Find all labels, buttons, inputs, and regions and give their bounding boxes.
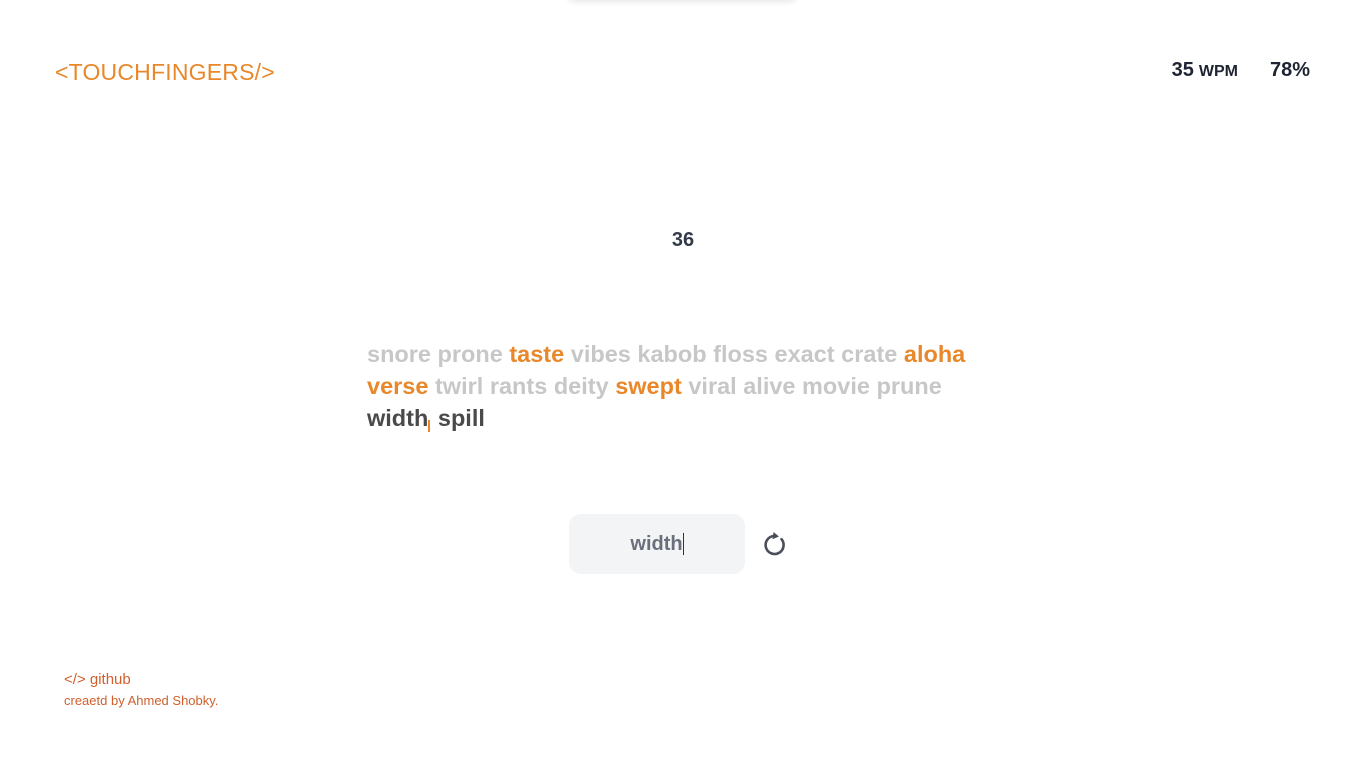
word: prune (876, 373, 942, 399)
word: crate (841, 341, 898, 367)
word-list: snore prone taste vibes kabob floss exac… (367, 338, 1007, 434)
footer: </> github creaetd by Ahmed Shobky. (64, 670, 218, 712)
word: twirl (434, 373, 484, 399)
wpm-stat: 35 WPM (1172, 59, 1238, 82)
accuracy-stat: 78% (1269, 59, 1310, 81)
word: taste (509, 341, 565, 367)
text-cursor (682, 533, 684, 555)
word-line-3: width spill (367, 402, 1007, 434)
typing-caret (428, 420, 431, 432)
word: rants (489, 373, 548, 399)
word: viral (688, 373, 737, 399)
typing-input-value: width (630, 532, 683, 555)
word: vibes (570, 341, 631, 367)
word: aloha (903, 341, 966, 367)
word: swept (615, 373, 682, 399)
word: verse (367, 373, 429, 399)
credit-text: creaetd by Ahmed Shobky. (64, 693, 219, 708)
wpm-value: 35 (1171, 59, 1194, 81)
word: alive (743, 373, 796, 399)
word-line-2: verse twirl rants deity swept viral aliv… (367, 370, 1007, 402)
wpm-unit: WPM (1198, 63, 1238, 80)
logo[interactable]: <TOUCHFINGERS/> (55, 59, 275, 86)
word: deity (553, 373, 609, 399)
word: width (367, 405, 429, 431)
word: spill (437, 405, 485, 431)
word: prone (437, 341, 503, 367)
word: exact (774, 341, 835, 367)
word: movie (802, 373, 870, 399)
typing-input-box[interactable]: width (569, 514, 745, 574)
word: floss (713, 341, 768, 367)
word: kabob (637, 341, 707, 367)
word-line-1: snore prone taste vibes kabob floss exac… (367, 338, 1007, 370)
stats-bar: 35 WPM 78% (1172, 59, 1310, 82)
countdown-timer: 36 (671, 229, 695, 251)
word: snore (367, 341, 431, 367)
refresh-icon (764, 531, 785, 556)
typing-input[interactable]: width (630, 532, 684, 556)
reset-button[interactable] (757, 527, 793, 563)
github-link[interactable]: </> github (64, 670, 218, 690)
